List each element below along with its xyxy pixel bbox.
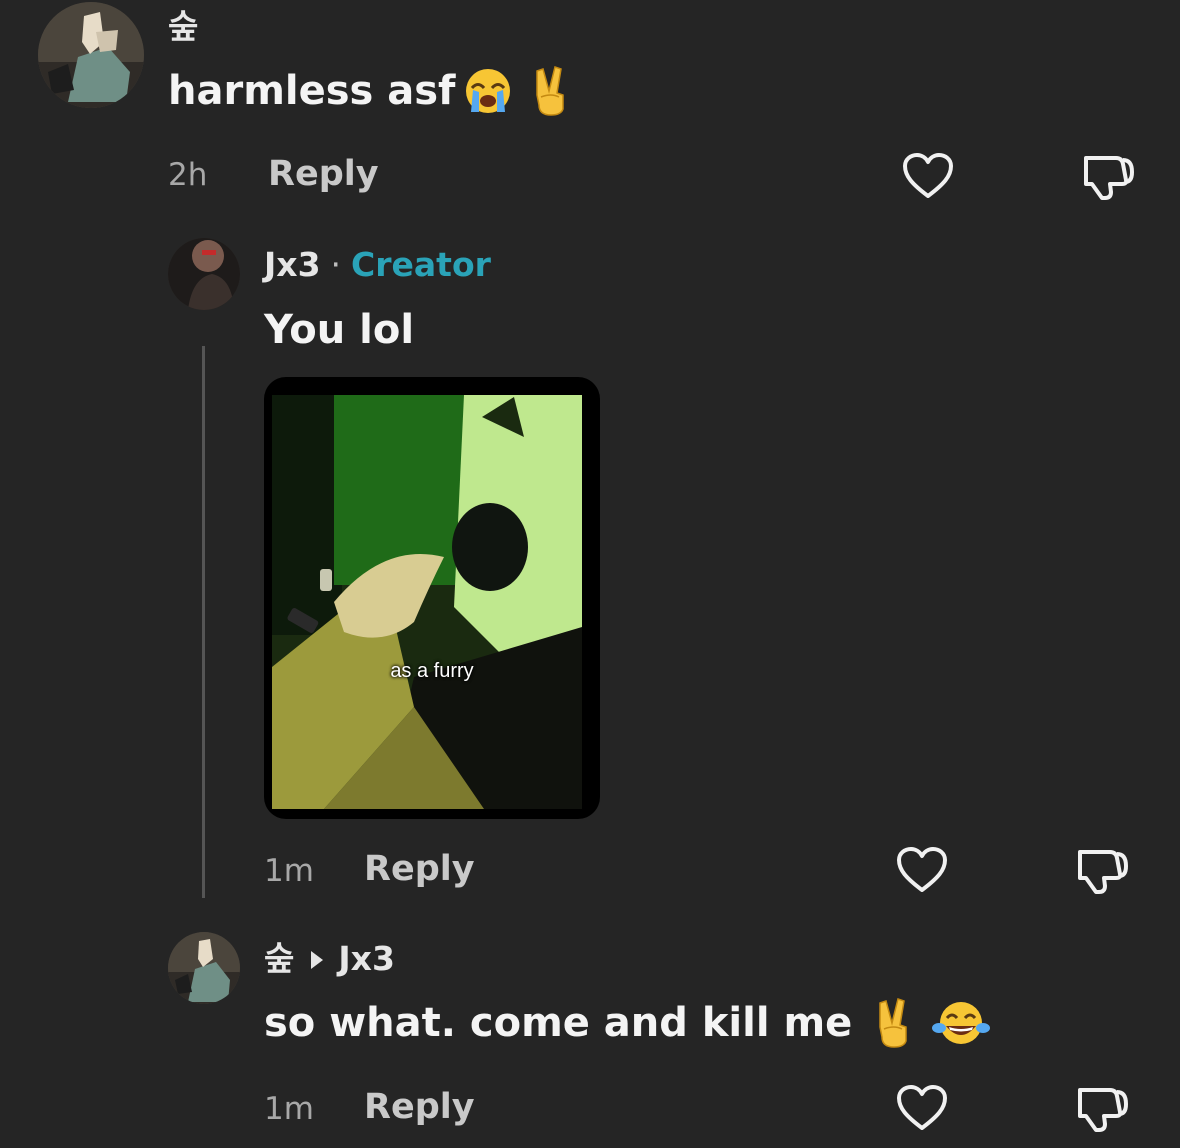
face-with-tears-of-joy-emoji <box>932 998 991 1048</box>
victory-hand-emoji <box>527 65 573 117</box>
comment-text: You lol <box>264 307 415 353</box>
comments-thread: 숲 harmless asf 2h Reply Jx3 · Creator Yo… <box>0 0 1180 1148</box>
reply-button[interactable]: Reply <box>364 1090 475 1125</box>
dislike-icon[interactable] <box>1074 846 1130 896</box>
comment-time: 1m <box>264 853 314 889</box>
comment-time: 2h <box>168 157 208 193</box>
comment-username: Jx3 · Creator <box>264 248 491 281</box>
dislike-icon[interactable] <box>1080 152 1136 202</box>
reply-button[interactable]: Reply <box>268 157 379 192</box>
video-frame-image <box>272 395 582 809</box>
thread-line <box>202 346 205 898</box>
comment-text: so what. come and kill me <box>264 997 991 1049</box>
video-caption: as a furry <box>390 660 474 682</box>
video-thumbnail[interactable]: as a furry <box>264 377 600 819</box>
comment-username[interactable]: 숲 <box>168 10 198 43</box>
reply-button[interactable]: Reply <box>364 852 475 887</box>
heart-icon[interactable] <box>896 1084 948 1132</box>
heart-icon[interactable] <box>902 152 954 200</box>
avatar[interactable] <box>38 2 144 108</box>
reply-arrow-icon <box>310 942 324 975</box>
avatar[interactable] <box>168 238 240 310</box>
comment-text-body: harmless asf <box>168 68 456 114</box>
victory-hand-emoji <box>870 997 916 1049</box>
comment-username-name[interactable]: Jx3 <box>264 245 321 284</box>
loudly-crying-face-emoji <box>463 66 513 116</box>
comment-username: 숲 Jx3 <box>264 942 395 975</box>
avatar[interactable] <box>168 932 240 1004</box>
reply-to-username[interactable]: Jx3 <box>338 942 395 975</box>
comment-time: 1m <box>264 1091 314 1127</box>
heart-icon[interactable] <box>896 846 948 894</box>
username-separator: · <box>330 245 342 284</box>
comment-text-body: so what. come and kill me <box>264 1000 853 1046</box>
dislike-icon[interactable] <box>1074 1084 1130 1134</box>
comment-username-name[interactable]: 숲 <box>264 942 294 975</box>
creator-badge: Creator <box>351 245 491 284</box>
comment-text: harmless asf <box>168 65 573 117</box>
